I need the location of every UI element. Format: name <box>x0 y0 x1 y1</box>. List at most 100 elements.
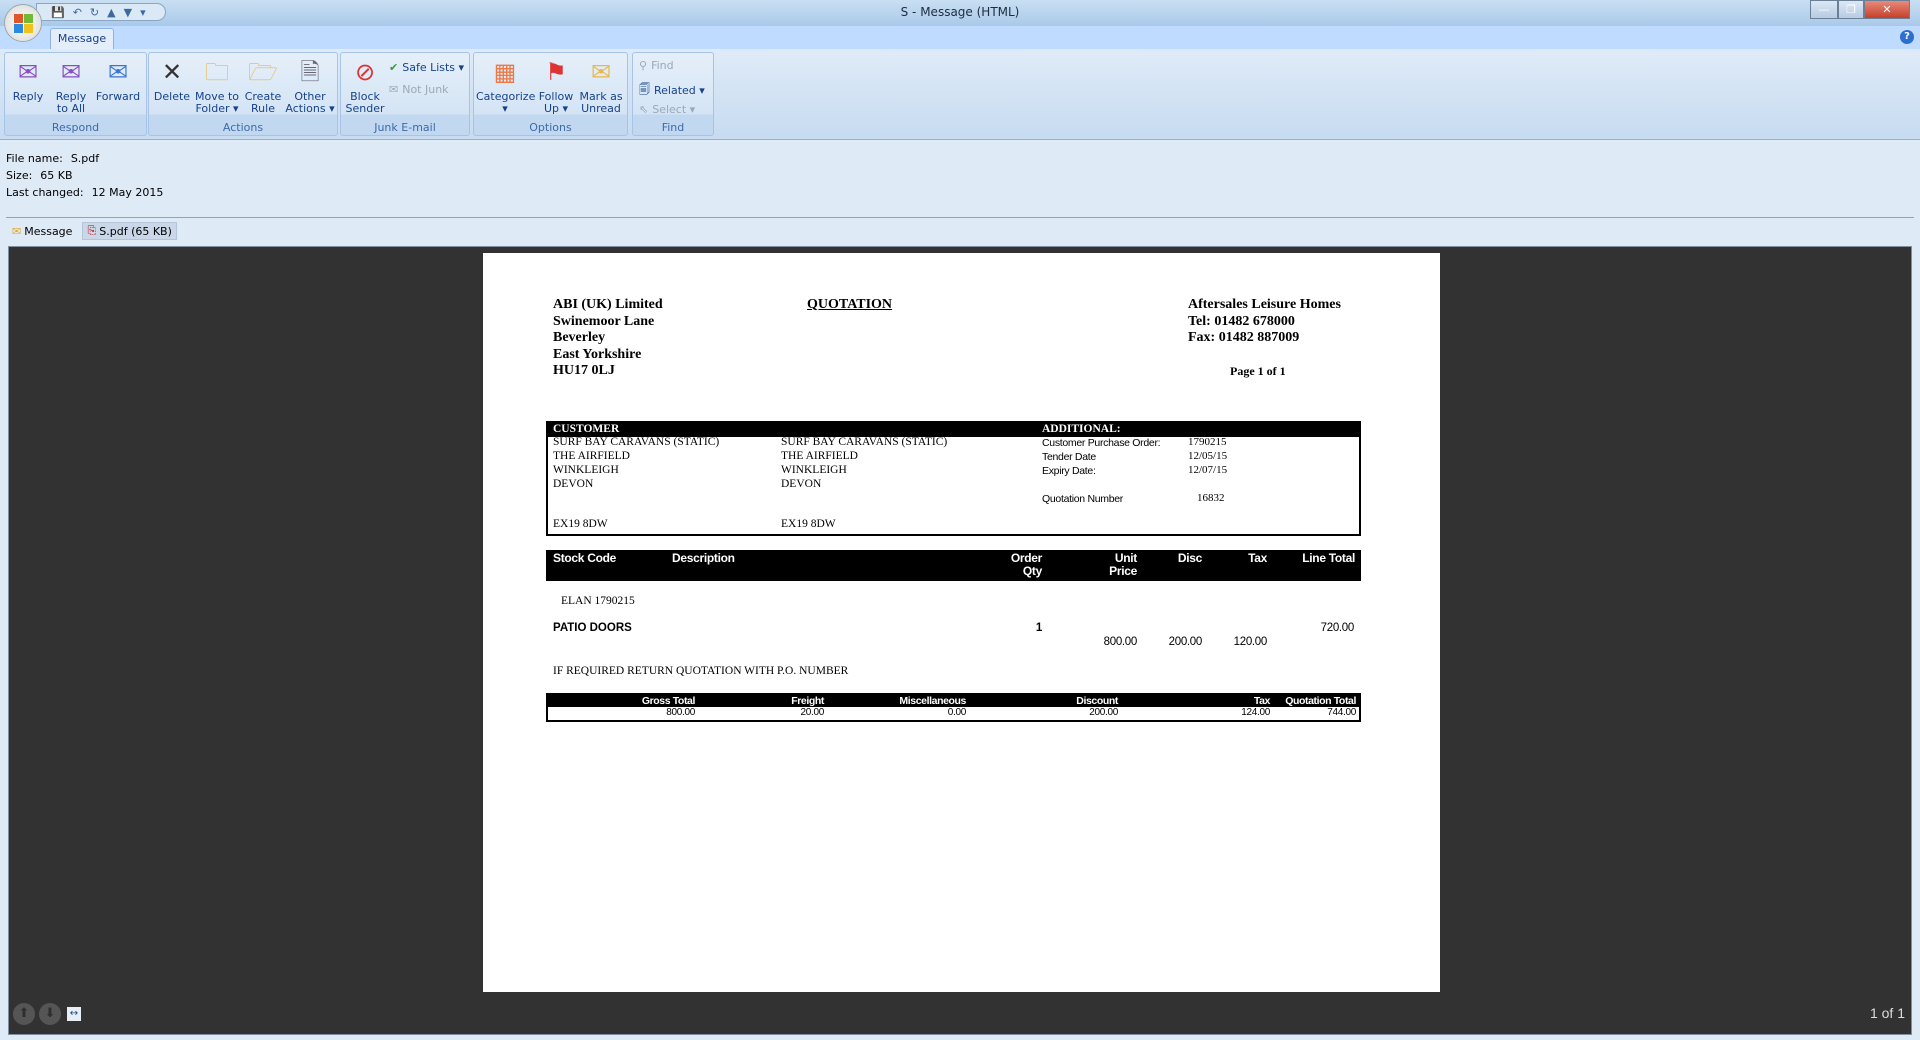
postcode: EX19 8DW <box>553 518 608 530</box>
select-button[interactable]: ⇖ Select ▾ <box>639 103 695 116</box>
customer-address: SURF BAY CARAVANS (STATIC) THE AIRFIELD … <box>553 435 719 491</box>
follow-up-button[interactable]: ⚑ Follow Up ▾ <box>536 56 576 115</box>
reply-all-button[interactable]: ✉ Reply to All <box>51 56 91 115</box>
file-name-label: File name: <box>6 152 63 165</box>
gross-total-label: Gross Total <box>641 695 696 707</box>
next-page-button[interactable]: ⬇ <box>39 1003 61 1025</box>
item-qty: 1 <box>1035 622 1042 634</box>
company-line: Fax: 01482 887009 <box>1188 330 1300 345</box>
title-bar: S - Message (HTML) — ❐ ✕ <box>0 0 1920 26</box>
sender-line: ABI (UK) Limited <box>553 297 663 312</box>
categorize-button[interactable]: ▦ Categorize ▾ <box>476 56 535 115</box>
miscellaneous: 0.00 <box>947 707 967 718</box>
previous-page-button[interactable]: ⬆ <box>13 1003 35 1025</box>
sender-line: East Yorkshire <box>553 346 642 362</box>
additional-labels: Customer Purchase Order: Tender Date Exp… <box>1042 436 1161 506</box>
totals-header: Gross Total Freight Miscellaneous Discou… <box>548 695 1359 707</box>
po-label: Customer Purchase Order: <box>1042 437 1161 449</box>
delivery-address: SURF BAY CARAVANS (STATIC) THE AIRFIELD … <box>781 435 947 491</box>
col-stock-code: Stock Code <box>553 551 617 565</box>
customize-qat-icon[interactable]: ▾ <box>140 6 146 19</box>
address-line: WINKLEIGH <box>553 464 619 476</box>
window-title: S - Message (HTML) <box>900 5 1020 19</box>
rule-icon: 🗁 <box>248 58 278 86</box>
items-header: Stock Code Description Order Qty Unit Pric… <box>546 550 1361 581</box>
size-label: Size: <box>6 169 33 182</box>
forward-icon: ✉ <box>107 58 129 86</box>
redo-icon[interactable]: ↻ <box>90 6 99 19</box>
save-icon[interactable]: 💾 <box>51 6 65 19</box>
address-line: SURF BAY CARAVANS (STATIC) <box>781 436 948 448</box>
categorize-icon: ▦ <box>493 58 517 86</box>
message-attachment-tab[interactable]: ✉ Message <box>8 222 76 240</box>
divider <box>6 217 1914 218</box>
quotation-total-label: Quotation Total <box>1285 695 1356 707</box>
undo-icon[interactable]: ↶ <box>73 6 82 19</box>
col-unit-price: Unit Price <box>1109 552 1137 578</box>
minimize-button[interactable]: — <box>1810 0 1838 19</box>
related-button[interactable]: 🗐 Related ▾ <box>639 81 705 100</box>
move-to-folder-button[interactable]: 🗀 Move to Folder ▾ <box>193 56 241 115</box>
reply-button[interactable]: ✉ Reply <box>9 56 47 103</box>
last-changed-label: Last changed: <box>6 186 84 199</box>
file-name: S.pdf <box>70 152 100 165</box>
restore-button[interactable]: ❐ <box>1838 0 1864 19</box>
next-item-icon[interactable]: ▼ <box>124 6 132 19</box>
mark-as-unread-button[interactable]: ✉ Mark as Unread <box>578 56 624 115</box>
group-options: ▦ Categorize ▾ ⚑ Follow Up ▾ ✉ Mark as Unread … <box>473 52 628 136</box>
cursor-icon: ⇖ <box>639 103 649 116</box>
pdf-attachment-tab[interactable]: ⎘ S.pdf (65 KB) <box>82 222 177 240</box>
delete-button[interactable]: ✕ Delete <box>153 56 191 103</box>
group-label: Junk E-mail <box>374 121 436 134</box>
address-line: THE AIRFIELD <box>781 450 858 462</box>
block-sender-icon: ⊘ <box>354 58 376 86</box>
help-icon[interactable]: ? <box>1900 30 1914 44</box>
flag-icon: ⚑ <box>545 58 567 86</box>
folder-icon: 🗀 <box>205 58 229 86</box>
item-unit-price: 800.00 <box>1103 636 1138 648</box>
safe-lists-button[interactable]: ✔ Safe Lists ▾ <box>389 61 464 74</box>
create-rule-button[interactable]: 🗁 Create Rule <box>243 56 283 115</box>
tender-date: 12/05/15 <box>1188 450 1228 462</box>
group-label: Find <box>661 121 685 134</box>
group-label: Actions <box>222 121 264 134</box>
tax-total: 124.00 <box>1241 707 1270 718</box>
pdf-viewer: ABI (UK) Limited Swinemoor Lane Beverley… <box>8 246 1912 1035</box>
freight: 20.00 <box>800 707 824 718</box>
group-label: Options <box>529 121 572 134</box>
pdf-page: ABI (UK) Limited Swinemoor Lane Beverley… <box>483 253 1440 992</box>
item-line-total: 720.00 <box>1320 622 1355 634</box>
tax-label: Tax <box>1253 695 1271 707</box>
file-size: 65 KB <box>40 169 73 182</box>
col-disc: Disc <box>1177 551 1202 565</box>
gross-total: 800.00 <box>666 707 695 718</box>
tender-date-label: Tender Date <box>1042 451 1096 463</box>
quotation-total: 744.00 <box>1327 707 1356 718</box>
company-line: Aftersales Leisure Homes <box>1188 297 1341 312</box>
group-junk-email: ⊘ Block Sender ✔ Safe Lists ▾ ✉ Not Junk Jun… <box>340 52 470 136</box>
other-actions-button[interactable]: 🗎 Other Actions ▾ <box>285 56 335 115</box>
quick-access-toolbar: 💾 ↶ ↻ ▲ ▼ ▾ <box>36 3 166 21</box>
not-junk-button[interactable]: ✉ Not Junk <box>389 83 449 96</box>
postcode: EX19 8DW <box>781 518 836 530</box>
find-button[interactable]: ⚲ Find <box>639 59 674 72</box>
ribbon-tabs: Message ? <box>0 26 1920 49</box>
address-line: DEVON <box>553 478 594 490</box>
sender-address: ABI (UK) Limited Swinemoor Lane Beverley… <box>553 297 663 380</box>
office-button[interactable] <box>4 4 42 42</box>
close-button[interactable]: ✕ <box>1864 0 1910 19</box>
tab-message[interactable]: Message <box>50 28 114 49</box>
binoculars-icon: ⚲ <box>639 59 648 72</box>
po-value: 1790215 <box>1188 436 1227 448</box>
block-sender-button[interactable]: ⊘ Block Sender <box>345 56 385 115</box>
company-line: Tel: 01482 678000 <box>1188 313 1295 329</box>
document-icon: 🗎 <box>300 58 320 86</box>
fit-width-button[interactable]: ↔ <box>67 1007 81 1021</box>
pdf-icon: ⎘ <box>87 224 97 237</box>
group-actions: ✕ Delete 🗀 Move to Folder ▾ 🗁 Create Rule 🗎 Ot… <box>148 52 338 136</box>
customer-box: CUSTOMER ADDITIONAL: SURF BAY CARAVANS (… <box>546 421 1361 536</box>
forward-button[interactable]: ✉ Forward <box>93 56 143 103</box>
previous-item-icon[interactable]: ▲ <box>107 6 115 19</box>
col-order-qty: Order Qty <box>1011 552 1042 578</box>
totals-box: Gross Total Freight Miscellaneous Discou… <box>546 693 1361 722</box>
